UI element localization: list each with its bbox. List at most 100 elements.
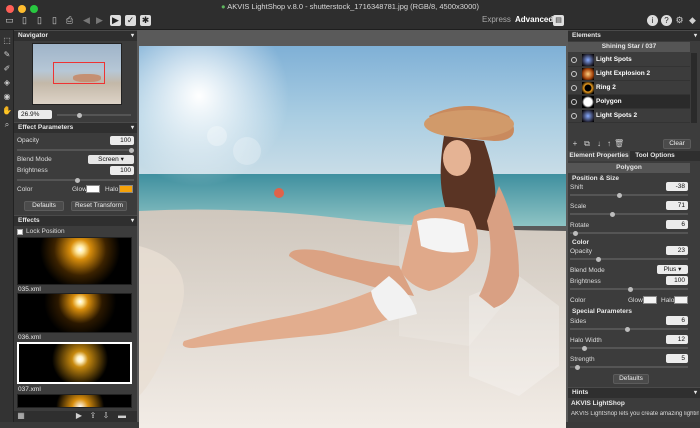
shift-value[interactable]: -38 [666, 182, 688, 191]
duplicate-icon[interactable]: ⧉ [582, 139, 592, 149]
clear-button[interactable]: Clear [663, 139, 691, 149]
zoom-tool-icon[interactable]: ⌕ [2, 120, 12, 130]
mode-express[interactable]: Express [482, 15, 511, 24]
zoom-select[interactable]: 26.9% [18, 110, 52, 119]
tab-element-properties[interactable]: Element Properties [568, 151, 630, 161]
halo-color-swatch[interactable] [119, 185, 133, 193]
move-down-icon[interactable]: ↓ [594, 139, 604, 149]
notifications-icon[interactable]: ◆ [687, 15, 698, 26]
navigator-thumbnail[interactable] [32, 43, 122, 105]
effect-thumbnail-036[interactable] [17, 293, 132, 333]
brush-tool-icon[interactable]: ✎ [2, 50, 12, 60]
preferences-icon[interactable]: ▤ [553, 15, 564, 26]
eraser-tool-icon[interactable]: ✐ [2, 64, 12, 74]
open-folder-icon[interactable]: ▭ [4, 15, 15, 26]
tab-tool-options[interactable]: Tool Options [630, 151, 680, 161]
element-item[interactable]: Light Spots 2 [568, 109, 690, 123]
element-name-bar: Polygon [568, 163, 690, 173]
mask-tool-icon[interactable]: ◈ [2, 78, 12, 88]
sides-slider[interactable] [570, 326, 688, 332]
rotate-value[interactable]: 6 [666, 220, 688, 229]
strength-value[interactable]: 5 [666, 354, 688, 363]
sides-value[interactable]: 6 [666, 316, 688, 325]
photo-canvas[interactable] [139, 46, 566, 428]
print-icon[interactable]: ⎙ [64, 15, 75, 26]
move-up-icon[interactable]: ↑ [604, 139, 614, 149]
add-icon[interactable]: + [570, 139, 580, 149]
halo-width-slider[interactable] [570, 345, 688, 351]
select-tool-icon[interactable]: ⬚ [2, 36, 12, 46]
visibility-icon[interactable] [571, 57, 577, 63]
visibility-icon[interactable] [571, 71, 577, 77]
navigator-header[interactable]: Navigator ▾ [14, 30, 137, 41]
element-name: Light Spots 2 [596, 112, 638, 119]
visibility-icon[interactable] [571, 85, 577, 91]
elements-scrollbar[interactable] [691, 53, 697, 123]
effect-parameters-header[interactable]: Effect Parameters ▾ [14, 122, 137, 133]
help-icon[interactable]: ? [661, 15, 672, 26]
element-name: Light Spots [596, 56, 632, 63]
brightness-value[interactable]: 100 [110, 166, 134, 175]
fill-tool-icon[interactable]: ◉ [2, 92, 12, 102]
effect-thumbnail-035[interactable] [17, 237, 132, 285]
element-item-selected[interactable]: Polygon [568, 95, 690, 109]
element-item[interactable]: Light Spots [568, 53, 690, 67]
brightness-slider[interactable] [570, 286, 688, 292]
folder-icon[interactable]: ▬ [117, 411, 127, 421]
glow-color-swatch[interactable] [643, 296, 657, 304]
grid-view-icon[interactable]: ▦ [16, 411, 26, 421]
run-icon[interactable]: ▶ [110, 15, 121, 26]
elements-header[interactable]: Elements ▾ [568, 30, 700, 41]
save-icon[interactable]: ▯ [34, 15, 45, 26]
hand-tool-icon[interactable]: ✋ [2, 106, 12, 116]
save-preset-icon[interactable]: ⇩ [101, 411, 111, 421]
strength-slider[interactable] [570, 364, 688, 370]
opacity-value[interactable]: 23 [666, 246, 688, 255]
redo-icon[interactable]: ▶ [94, 15, 105, 26]
apply-icon[interactable]: ✓ [125, 15, 136, 26]
lock-position-checkbox[interactable] [17, 229, 23, 235]
opacity-label: Opacity [17, 137, 40, 144]
halo-color-swatch[interactable] [674, 296, 688, 304]
effect-thumbnail-partial[interactable] [17, 394, 132, 408]
element-name: Ring 2 [596, 84, 616, 91]
blend-mode-select[interactable]: Screen ▾ [88, 155, 134, 164]
hints-header[interactable]: Hints ▾ [568, 387, 700, 398]
mode-advanced[interactable]: Advanced [515, 15, 553, 24]
glow-label: Glow [72, 186, 87, 193]
export-icon[interactable]: ▯ [49, 15, 60, 26]
defaults-button[interactable]: Defaults [613, 374, 649, 384]
share-icon[interactable]: ✱ [140, 15, 151, 26]
element-item[interactable]: Light Explosion 2 [568, 67, 690, 81]
element-thumbnail [582, 68, 594, 80]
effect-caption: 037.xml [18, 386, 41, 393]
rotate-slider[interactable] [570, 230, 688, 236]
open-file-icon[interactable]: ▯ [19, 15, 30, 26]
scale-slider[interactable] [570, 211, 688, 217]
halo-width-value[interactable]: 12 [666, 335, 688, 344]
blend-mode-label: Blend Mode [17, 156, 52, 163]
play-icon[interactable]: ▶ [74, 411, 84, 421]
trash-icon[interactable]: 🗑 [614, 139, 624, 149]
blend-mode-select[interactable]: Plus ▾ [657, 265, 688, 274]
visibility-icon[interactable] [571, 99, 577, 105]
info-icon[interactable]: i [647, 15, 658, 26]
shift-slider[interactable] [570, 192, 688, 198]
brightness-slider[interactable] [17, 177, 134, 183]
effect-thumbnail-037[interactable] [17, 342, 132, 384]
opacity-slider[interactable] [570, 256, 688, 262]
reset-transform-button[interactable]: Reset Transform [71, 201, 127, 211]
import-icon[interactable]: ⇪ [88, 411, 98, 421]
opacity-value[interactable]: 100 [110, 136, 134, 145]
brightness-value[interactable]: 100 [666, 276, 688, 285]
zoom-slider[interactable] [57, 112, 131, 118]
element-item[interactable]: Ring 2 [568, 81, 690, 95]
settings-gear-icon[interactable]: ⚙ [674, 15, 685, 26]
visibility-icon[interactable] [571, 113, 577, 119]
defaults-button[interactable]: Defaults [24, 201, 64, 211]
effects-header[interactable]: Effects ▾ [14, 215, 137, 226]
scale-value[interactable]: 71 [666, 201, 688, 210]
undo-icon[interactable]: ◀ [81, 15, 92, 26]
glow-color-swatch[interactable] [86, 185, 100, 193]
opacity-slider[interactable] [17, 147, 134, 153]
